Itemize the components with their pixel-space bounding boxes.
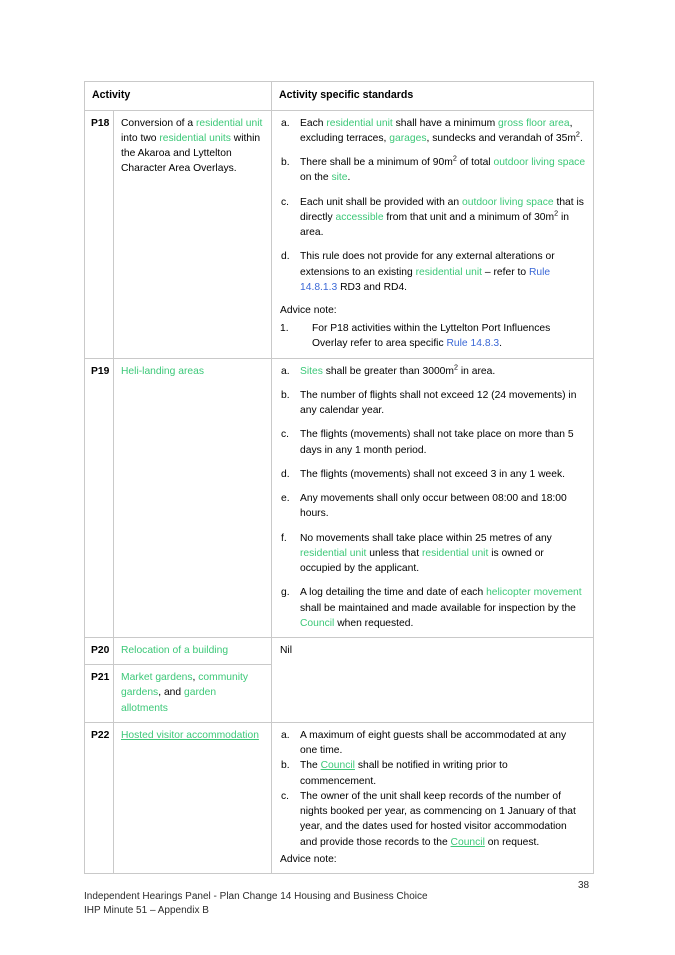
list-marker: a. bbox=[281, 365, 290, 377]
activity-description-p21: Market gardens, community gardens, and g… bbox=[113, 664, 272, 723]
advice-note-label-p18: Advice note: bbox=[280, 305, 337, 317]
list-marker: 1. bbox=[280, 323, 289, 335]
list-text: The flights (movements) shall not take p… bbox=[300, 429, 574, 456]
document-page: Activity Activity specific standards P18… bbox=[0, 0, 675, 955]
list-item: c. The flights (movements) shall not tak… bbox=[280, 427, 586, 457]
standards-list-p18: a. Each residential unit shall have a mi… bbox=[280, 116, 586, 295]
list-text: For P18 activities within the Lyttelton … bbox=[312, 323, 551, 350]
advice-notes-list-p18: 1. For P18 activities within the Lyttelt… bbox=[280, 321, 586, 351]
list-marker: g. bbox=[281, 587, 290, 599]
footer-line-1: Independent Hearings Panel - Plan Change… bbox=[84, 891, 428, 902]
list-marker: f. bbox=[281, 532, 287, 544]
activity-id-p19: P19 bbox=[84, 357, 114, 639]
list-item: f. No movements shall take place within … bbox=[280, 531, 586, 577]
list-marker: b. bbox=[281, 760, 290, 772]
list-item: d. The flights (movements) shall not exc… bbox=[280, 467, 586, 482]
list-text: A maximum of eight guests shall be accom… bbox=[300, 729, 567, 757]
table-row: P18 Conversion of a residential unit int… bbox=[84, 109, 594, 359]
table-row: P20 Relocation of a building Nil bbox=[84, 636, 594, 723]
list-marker: e. bbox=[281, 493, 290, 505]
list-item: b. There shall be a minimum of 90m2 of t… bbox=[280, 155, 586, 185]
standards-list-p19: a. Sites shall be greater than 3000m2 in… bbox=[280, 362, 586, 631]
list-text: Sites shall be greater than 3000m2 in ar… bbox=[300, 362, 496, 377]
list-marker: d. bbox=[281, 251, 290, 263]
list-text: There shall be a minimum of 90m2 of tota… bbox=[300, 153, 586, 184]
list-item: b. The number of flights shall not excee… bbox=[280, 388, 586, 418]
footer-line-2: IHP Minute 51 – Appendix B bbox=[84, 905, 209, 917]
list-text: Each residential unit shall have a minim… bbox=[300, 117, 583, 144]
list-marker: a. bbox=[281, 729, 290, 741]
list-item: a. Sites shall be greater than 3000m2 in… bbox=[280, 362, 586, 379]
list-marker: c. bbox=[281, 790, 290, 802]
activity-id-p18: P18 bbox=[84, 109, 114, 359]
activity-description-p22: Hosted visitor accommodation bbox=[113, 721, 272, 875]
list-item: a. A maximum of eight guests shall be ac… bbox=[280, 728, 586, 758]
activity-description-p18: Conversion of a residential unit into tw… bbox=[113, 109, 272, 359]
activity-standards-p19: a. Sites shall be greater than 3000m2 in… bbox=[271, 357, 594, 639]
activity-rules-table: Activity Activity specific standards P18… bbox=[84, 81, 594, 875]
footer: Independent Hearings Panel - Plan Change… bbox=[84, 890, 428, 918]
advice-note-label-p22: Advice note: bbox=[280, 853, 337, 865]
list-text: The flights (movements) shall not exceed… bbox=[300, 468, 565, 480]
column-header-activity: Activity bbox=[84, 81, 130, 111]
list-item: d. This rule does not provide for any ex… bbox=[280, 249, 586, 295]
table-row: P22 Hosted visitor accommodation a. A ma… bbox=[84, 721, 594, 875]
activity-standards-p18: a. Each residential unit shall have a mi… bbox=[271, 109, 594, 359]
list-marker: c. bbox=[281, 429, 290, 441]
list-item: b. The Council shall be notified in writ… bbox=[280, 758, 586, 788]
list-text: The Council shall be notified in writing… bbox=[300, 760, 508, 787]
list-text: Each unit shall be provided with an outd… bbox=[300, 196, 584, 239]
list-text: A log detailing the time and date of eac… bbox=[300, 587, 582, 629]
list-text: No movements shall take place within 25 … bbox=[300, 532, 552, 575]
list-text: The owner of the unit shall keep records… bbox=[300, 790, 576, 848]
standards-list-p22: a. A maximum of eight guests shall be ac… bbox=[280, 728, 586, 850]
list-item: c. Each unit shall be provided with an o… bbox=[280, 195, 586, 241]
list-marker: a. bbox=[281, 117, 290, 129]
list-marker: b. bbox=[281, 157, 290, 169]
list-item: 1. For P18 activities within the Lyttelt… bbox=[280, 321, 586, 351]
list-item: c. The owner of the unit shall keep reco… bbox=[280, 789, 586, 850]
list-marker: c. bbox=[281, 196, 290, 208]
table-header-row: Activity Activity specific standards bbox=[84, 81, 594, 111]
list-text: This rule does not provide for any exter… bbox=[300, 251, 555, 293]
page-number: 38 bbox=[578, 880, 590, 891]
activity-standards-p20-p21: Nil bbox=[271, 637, 594, 723]
activity-id-p21: P21 bbox=[84, 664, 114, 723]
activity-description-p20: Relocation of a building bbox=[113, 636, 272, 666]
list-marker: b. bbox=[281, 389, 290, 401]
activity-description-p19: Heli-landing areas bbox=[113, 357, 272, 639]
list-text: The number of flights shall not exceed 1… bbox=[300, 389, 577, 417]
list-text: Any movements shall only occur between 0… bbox=[300, 493, 567, 520]
activity-id-p22: P22 bbox=[84, 721, 114, 875]
list-marker: d. bbox=[281, 468, 290, 480]
table-row: P19 Heli-landing areas a. Sites shall be… bbox=[84, 357, 594, 639]
column-header-activity-specific-standards: Activity specific standards bbox=[271, 81, 594, 111]
list-item: a. Each residential unit shall have a mi… bbox=[280, 116, 586, 146]
activity-standards-p22: a. A maximum of eight guests shall be ac… bbox=[271, 721, 594, 875]
list-item: e. Any movements shall only occur betwee… bbox=[280, 491, 586, 521]
column-header-activity-spacer bbox=[113, 81, 272, 111]
activity-id-p20: P20 bbox=[84, 636, 114, 666]
list-item: g. A log detailing the time and date of … bbox=[280, 585, 586, 631]
